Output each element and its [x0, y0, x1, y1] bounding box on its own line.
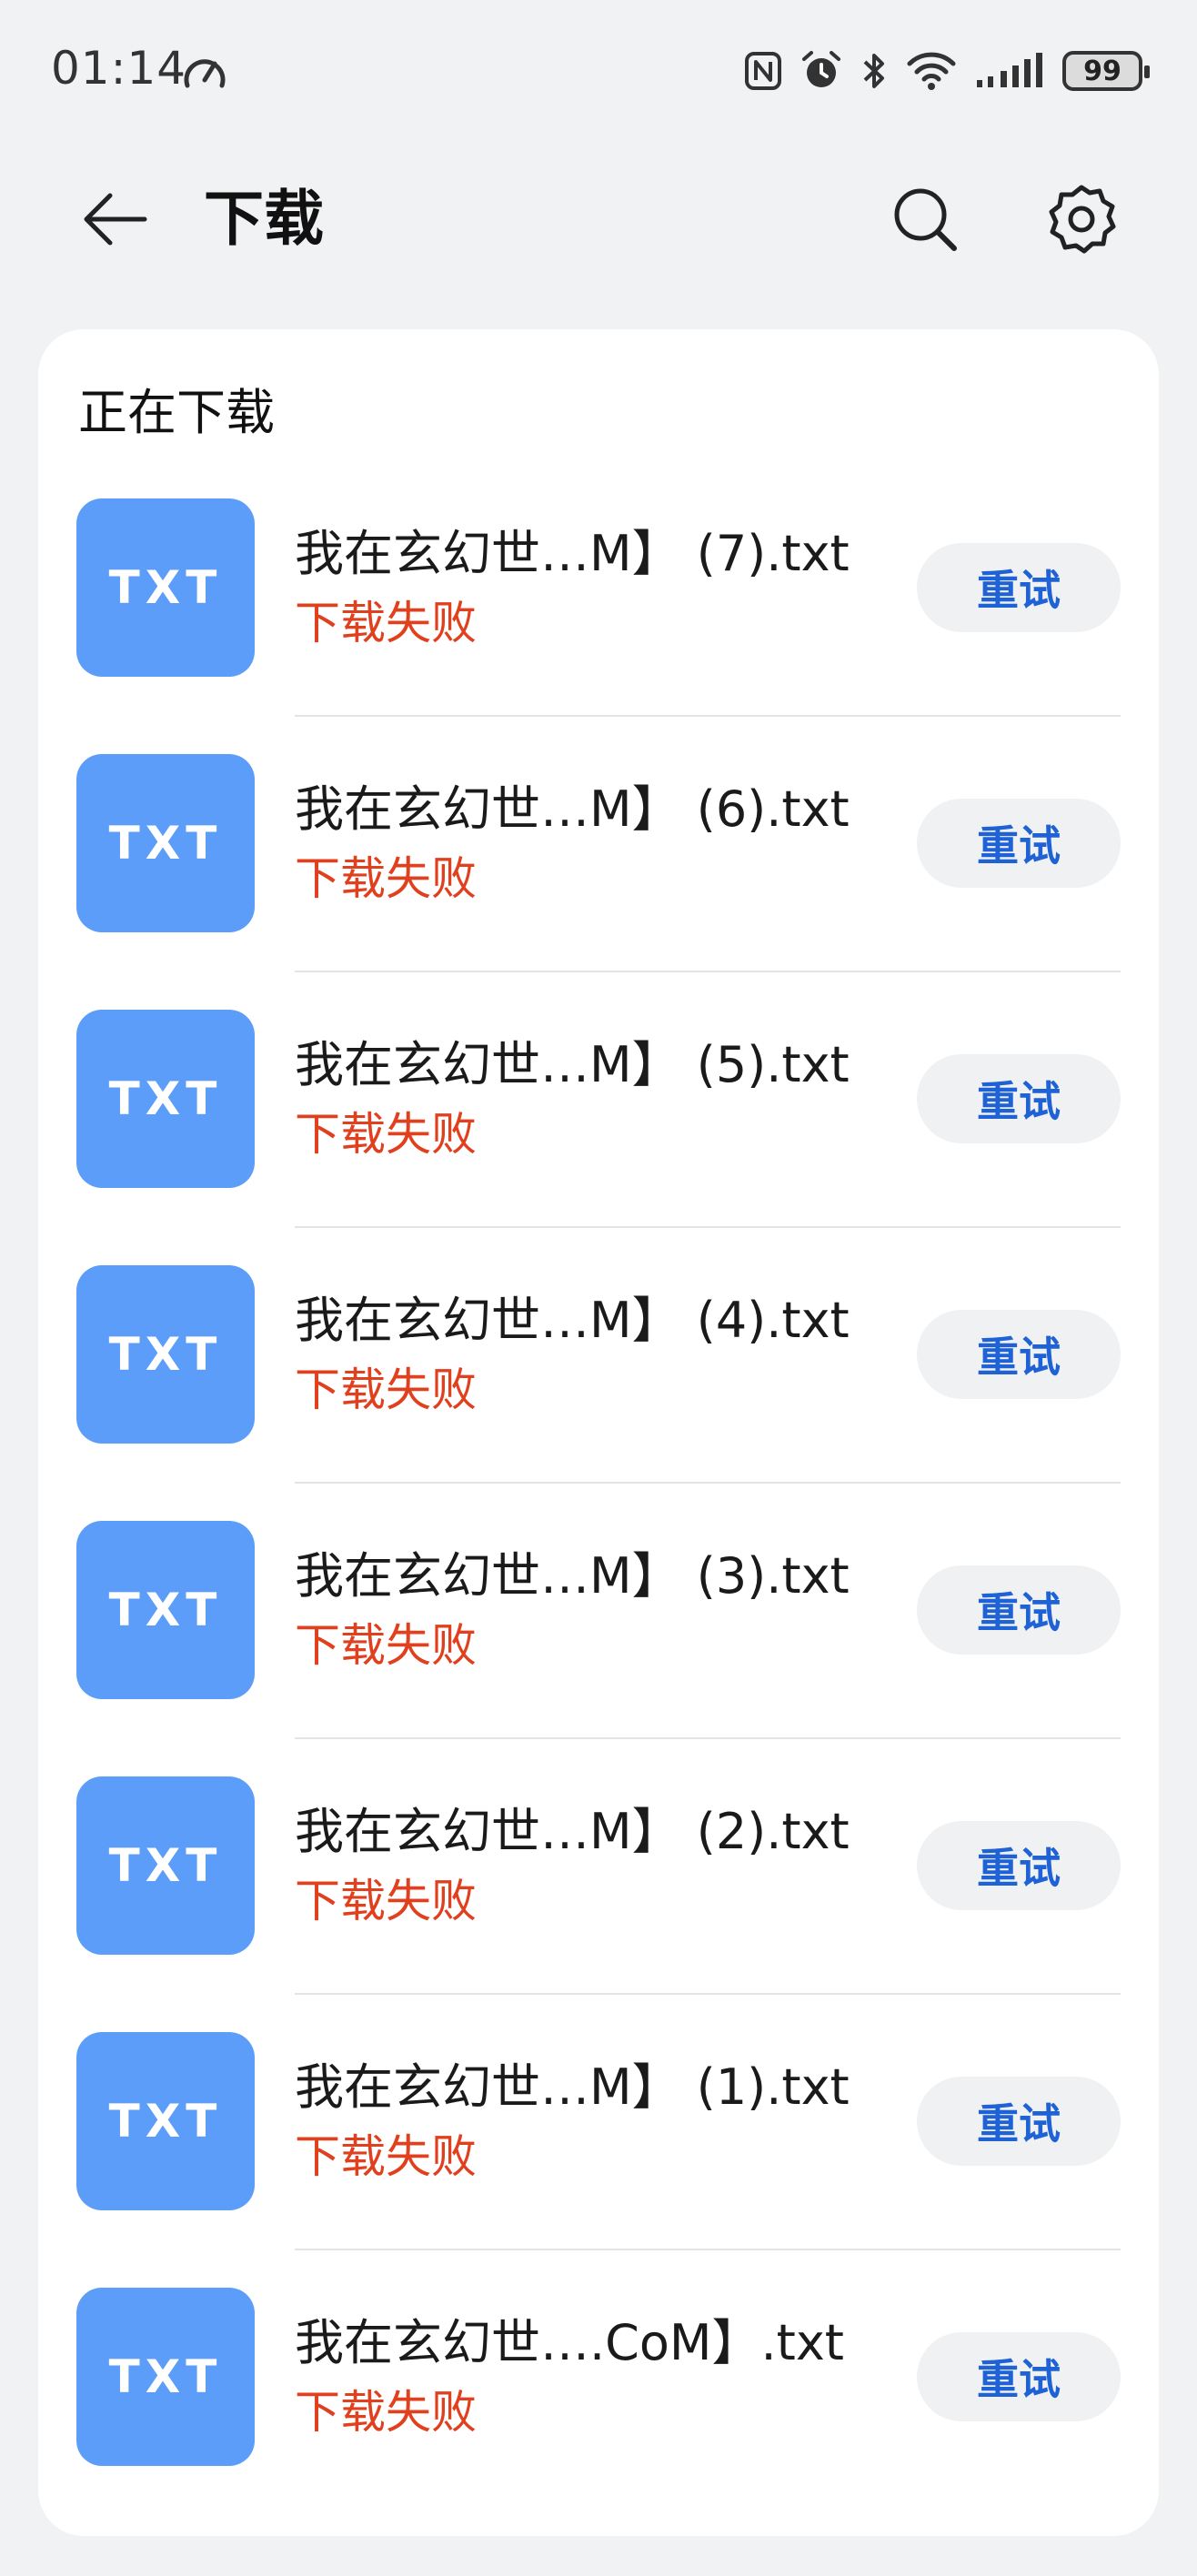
download-item[interactable]: TXT 我在玄幻世…M】 (5).txt 下载失败 重试: [38, 1010, 1159, 1265]
file-name: 我在玄幻世…M】 (6).txt: [295, 780, 850, 838]
arrow-left-icon: [84, 193, 147, 246]
file-name: 我在玄幻世…M】 (5).txt: [295, 1036, 850, 1093]
txt-file-icon: TXT: [76, 2288, 255, 2466]
speed-icon: [184, 59, 226, 88]
txt-file-icon: TXT: [76, 1776, 255, 1955]
settings-button[interactable]: [1041, 178, 1122, 260]
download-item[interactable]: TXT 我在玄幻世…M】 (6).txt 下载失败 重试: [38, 754, 1159, 1010]
download-status: 下载失败: [295, 1108, 477, 1161]
file-name: 我在玄幻世…M】 (3).txt: [295, 1547, 850, 1605]
search-icon: [894, 188, 957, 251]
download-status: 下载失败: [295, 852, 477, 905]
status-icons: 99: [744, 45, 1150, 96]
txt-file-icon: TXT: [76, 498, 255, 677]
search-button[interactable]: [884, 178, 966, 260]
retry-button[interactable]: 重试: [917, 799, 1121, 888]
bluetooth-icon: [863, 54, 884, 88]
gear-icon: [1049, 185, 1116, 254]
page-title: 下载: [204, 184, 324, 254]
signal-icon: [977, 53, 1042, 87]
download-item[interactable]: TXT 我在玄幻世…M】 (4).txt 下载失败 重试: [38, 1265, 1159, 1521]
download-status: 下载失败: [295, 2386, 477, 2439]
retry-button[interactable]: 重试: [917, 1310, 1121, 1399]
download-item[interactable]: TXT 我在玄幻世…M】 (3).txt 下载失败 重试: [38, 1521, 1159, 1776]
back-button[interactable]: [73, 178, 155, 260]
retry-button[interactable]: 重试: [917, 1821, 1121, 1910]
download-status: 下载失败: [295, 2130, 477, 2183]
divider: [295, 715, 1121, 717]
retry-button[interactable]: 重试: [917, 2332, 1121, 2421]
txt-file-icon: TXT: [76, 1010, 255, 1188]
file-name: 我在玄幻世…M】 (4).txt: [295, 1292, 850, 1349]
divider: [295, 971, 1121, 972]
download-item[interactable]: TXT 我在玄幻世…M】 (7).txt 下载失败 重试: [38, 498, 1159, 754]
txt-file-icon: TXT: [76, 1521, 255, 1699]
txt-file-icon: TXT: [76, 2032, 255, 2210]
download-item[interactable]: TXT 我在玄幻世….CoM】.txt 下载失败 重试: [38, 2288, 1159, 2543]
retry-button[interactable]: 重试: [917, 2077, 1121, 2166]
divider: [295, 1482, 1121, 1484]
battery-level: 99: [1083, 55, 1122, 87]
app-header: 下载: [0, 146, 1197, 282]
nfc-icon: [745, 52, 781, 90]
file-name: 我在玄幻世…M】 (1).txt: [295, 2058, 850, 2116]
status-bar: 01:14 99: [0, 0, 1197, 146]
status-time: 01:14: [51, 42, 187, 95]
file-name: 我在玄幻世…M】 (7).txt: [295, 525, 850, 582]
file-name: 我在玄幻世….CoM】.txt: [295, 2314, 844, 2371]
txt-file-icon: TXT: [76, 1265, 255, 1444]
divider: [295, 1993, 1121, 1995]
divider: [295, 1226, 1121, 1228]
download-list: TXT 我在玄幻世…M】 (7).txt 下载失败 重试 TXT 我在玄幻世…M…: [38, 498, 1159, 2543]
retry-button[interactable]: 重试: [917, 543, 1121, 632]
divider: [295, 2249, 1121, 2250]
download-status: 下载失败: [295, 597, 477, 649]
alarm-icon: [802, 51, 840, 87]
txt-file-icon: TXT: [76, 754, 255, 932]
battery-icon: 99: [1062, 51, 1150, 91]
wifi-icon: [907, 52, 956, 90]
downloads-card: 正在下载 TXT 我在玄幻世…M】 (7).txt 下载失败 重试 TXT 我在…: [38, 329, 1159, 2536]
retry-button[interactable]: 重试: [917, 1054, 1121, 1143]
file-name: 我在玄幻世…M】 (2).txt: [295, 1803, 850, 1860]
download-status: 下载失败: [295, 1875, 477, 1927]
download-status: 下载失败: [295, 1363, 477, 1416]
download-status: 下载失败: [295, 1619, 477, 1672]
divider: [295, 1737, 1121, 1739]
download-item[interactable]: TXT 我在玄幻世…M】 (1).txt 下载失败 重试: [38, 2032, 1159, 2288]
download-item[interactable]: TXT 我在玄幻世…M】 (2).txt 下载失败 重试: [38, 1776, 1159, 2032]
retry-button[interactable]: 重试: [917, 1565, 1121, 1655]
section-title: 正在下载: [78, 384, 275, 441]
